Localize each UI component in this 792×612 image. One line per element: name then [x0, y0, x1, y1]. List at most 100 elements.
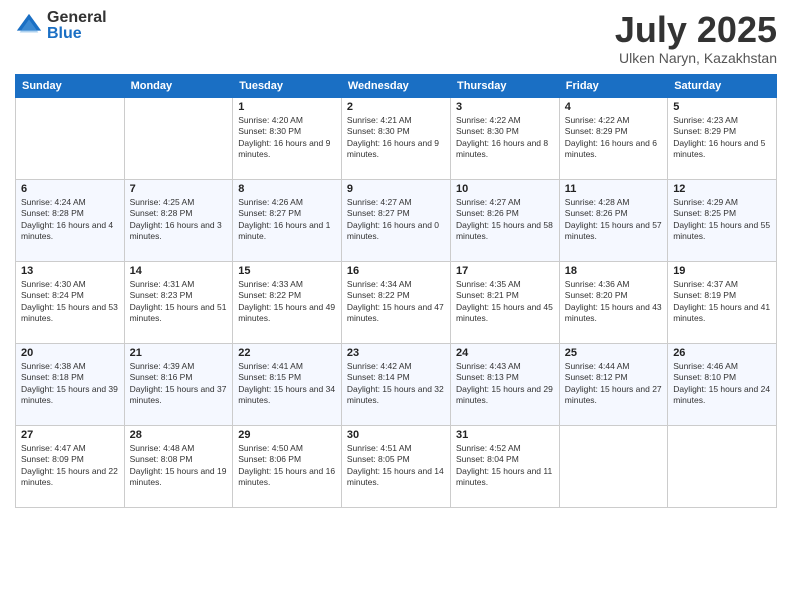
day-number: 1	[238, 101, 336, 113]
day-info: Sunrise: 4:51 AMSunset: 8:05 PMDaylight:…	[347, 443, 445, 489]
day-info: Sunrise: 4:42 AMSunset: 8:14 PMDaylight:…	[347, 361, 445, 407]
calendar-header-row: Sunday Monday Tuesday Wednesday Thursday…	[16, 74, 777, 97]
calendar-cell: 28 Sunrise: 4:48 AMSunset: 8:08 PMDayligh…	[124, 425, 233, 507]
day-number: 29	[238, 429, 336, 441]
day-number: 31	[456, 429, 554, 441]
page: General Blue July 2025 Ulken Naryn, Kaza…	[0, 0, 792, 612]
logo-text: General Blue	[47, 10, 107, 42]
day-number: 19	[673, 265, 771, 277]
day-info: Sunrise: 4:35 AMSunset: 8:21 PMDaylight:…	[456, 279, 554, 325]
day-number: 5	[673, 101, 771, 113]
calendar-cell: 18 Sunrise: 4:36 AMSunset: 8:20 PMDayligh…	[559, 261, 667, 343]
calendar-cell: 20Sunrise: 4:38 AMSunset: 8:18 PMDayligh…	[16, 343, 125, 425]
col-friday: Friday	[559, 74, 667, 97]
calendar-cell: 1 Sunrise: 4:20 AMSunset: 8:30 PMDaylight…	[233, 97, 342, 179]
day-info: Sunrise: 4:20 AMSunset: 8:30 PMDaylight:…	[238, 115, 336, 161]
calendar-cell: 24 Sunrise: 4:43 AMSunset: 8:13 PMDayligh…	[450, 343, 559, 425]
calendar-cell: 9 Sunrise: 4:27 AMSunset: 8:27 PMDaylight…	[341, 179, 450, 261]
calendar-cell	[16, 97, 125, 179]
day-number: 22	[238, 347, 336, 359]
day-info: Sunrise: 4:34 AMSunset: 8:22 PMDaylight:…	[347, 279, 445, 325]
calendar-cell: 8 Sunrise: 4:26 AMSunset: 8:27 PMDaylight…	[233, 179, 342, 261]
day-info: Sunrise: 4:52 AMSunset: 8:04 PMDaylight:…	[456, 443, 554, 489]
day-info: Sunrise: 4:22 AMSunset: 8:30 PMDaylight:…	[456, 115, 554, 161]
day-number: 17	[456, 265, 554, 277]
calendar-cell: 10 Sunrise: 4:27 AMSunset: 8:26 PMDayligh…	[450, 179, 559, 261]
day-number: 13	[21, 265, 119, 277]
day-number: 18	[565, 265, 662, 277]
day-number: 10	[456, 183, 554, 195]
col-tuesday: Tuesday	[233, 74, 342, 97]
calendar-cell	[668, 425, 777, 507]
calendar-cell: 27Sunrise: 4:47 AMSunset: 8:09 PMDayligh…	[16, 425, 125, 507]
calendar-cell: 19 Sunrise: 4:37 AMSunset: 8:19 PMDayligh…	[668, 261, 777, 343]
calendar-cell: 7 Sunrise: 4:25 AMSunset: 8:28 PMDaylight…	[124, 179, 233, 261]
calendar-cell: 26Sunrise: 4:46 AMSunset: 8:10 PMDayligh…	[668, 343, 777, 425]
day-number: 28	[130, 429, 228, 441]
day-info: Sunrise: 4:37 AMSunset: 8:19 PMDaylight:…	[673, 279, 771, 325]
calendar-cell: 4Sunrise: 4:22 AMSunset: 8:29 PMDaylight…	[559, 97, 667, 179]
calendar-cell: 23 Sunrise: 4:42 AMSunset: 8:14 PMDayligh…	[341, 343, 450, 425]
calendar-cell: 30Sunrise: 4:51 AMSunset: 8:05 PMDayligh…	[341, 425, 450, 507]
day-number: 9	[347, 183, 445, 195]
day-number: 16	[347, 265, 445, 277]
day-number: 27	[21, 429, 119, 441]
day-number: 12	[673, 183, 771, 195]
calendar-cell: 29 Sunrise: 4:50 AMSunset: 8:06 PMDayligh…	[233, 425, 342, 507]
calendar-cell: 12 Sunrise: 4:29 AMSunset: 8:25 PMDayligh…	[668, 179, 777, 261]
day-info: Sunrise: 4:39 AMSunset: 8:16 PMDaylight:…	[130, 361, 228, 407]
col-thursday: Thursday	[450, 74, 559, 97]
calendar-week-4: 20Sunrise: 4:38 AMSunset: 8:18 PMDayligh…	[16, 343, 777, 425]
calendar-cell: 15Sunrise: 4:33 AMSunset: 8:22 PMDayligh…	[233, 261, 342, 343]
day-number: 8	[238, 183, 336, 195]
logo-general: General	[47, 10, 107, 26]
day-info: Sunrise: 4:36 AMSunset: 8:20 PMDaylight:…	[565, 279, 662, 325]
day-info: Sunrise: 4:21 AMSunset: 8:30 PMDaylight:…	[347, 115, 445, 161]
calendar-cell: 2Sunrise: 4:21 AMSunset: 8:30 PMDaylight…	[341, 97, 450, 179]
calendar-table: Sunday Monday Tuesday Wednesday Thursday…	[15, 74, 777, 508]
day-number: 11	[565, 183, 662, 195]
location-title: Ulken Naryn, Kazakhstan	[615, 50, 777, 66]
day-info: Sunrise: 4:29 AMSunset: 8:25 PMDaylight:…	[673, 197, 771, 243]
day-info: Sunrise: 4:23 AMSunset: 8:29 PMDaylight:…	[673, 115, 771, 161]
day-info: Sunrise: 4:27 AMSunset: 8:26 PMDaylight:…	[456, 197, 554, 243]
calendar-cell: 6 Sunrise: 4:24 AMSunset: 8:28 PMDaylight…	[16, 179, 125, 261]
day-info: Sunrise: 4:43 AMSunset: 8:13 PMDaylight:…	[456, 361, 554, 407]
day-info: Sunrise: 4:30 AMSunset: 8:24 PMDaylight:…	[21, 279, 119, 325]
day-info: Sunrise: 4:31 AMSunset: 8:23 PMDaylight:…	[130, 279, 228, 325]
calendar-cell: 31 Sunrise: 4:52 AMSunset: 8:04 PMDayligh…	[450, 425, 559, 507]
col-wednesday: Wednesday	[341, 74, 450, 97]
col-monday: Monday	[124, 74, 233, 97]
calendar-cell: 14Sunrise: 4:31 AMSunset: 8:23 PMDayligh…	[124, 261, 233, 343]
day-info: Sunrise: 4:50 AMSunset: 8:06 PMDaylight:…	[238, 443, 336, 489]
day-info: Sunrise: 4:41 AMSunset: 8:15 PMDaylight:…	[238, 361, 336, 407]
day-number: 23	[347, 347, 445, 359]
day-info: Sunrise: 4:48 AMSunset: 8:08 PMDaylight:…	[130, 443, 228, 489]
calendar-cell: 16 Sunrise: 4:34 AMSunset: 8:22 PMDayligh…	[341, 261, 450, 343]
day-info: Sunrise: 4:24 AMSunset: 8:28 PMDaylight:…	[21, 197, 119, 243]
day-number: 4	[565, 101, 662, 113]
day-info: Sunrise: 4:33 AMSunset: 8:22 PMDaylight:…	[238, 279, 336, 325]
col-sunday: Sunday	[16, 74, 125, 97]
day-number: 24	[456, 347, 554, 359]
calendar-week-2: 6 Sunrise: 4:24 AMSunset: 8:28 PMDaylight…	[16, 179, 777, 261]
logo-blue: Blue	[47, 26, 107, 42]
day-number: 25	[565, 347, 662, 359]
calendar-week-5: 27Sunrise: 4:47 AMSunset: 8:09 PMDayligh…	[16, 425, 777, 507]
month-title: July 2025	[615, 10, 777, 50]
day-info: Sunrise: 4:27 AMSunset: 8:27 PMDaylight:…	[347, 197, 445, 243]
day-number: 7	[130, 183, 228, 195]
calendar-cell: 11Sunrise: 4:28 AMSunset: 8:26 PMDayligh…	[559, 179, 667, 261]
calendar-week-3: 13 Sunrise: 4:30 AMSunset: 8:24 PMDayligh…	[16, 261, 777, 343]
day-number: 6	[21, 183, 119, 195]
day-info: Sunrise: 4:25 AMSunset: 8:28 PMDaylight:…	[130, 197, 228, 243]
day-number: 3	[456, 101, 554, 113]
calendar-cell: 17 Sunrise: 4:35 AMSunset: 8:21 PMDayligh…	[450, 261, 559, 343]
day-info: Sunrise: 4:44 AMSunset: 8:12 PMDaylight:…	[565, 361, 662, 407]
header: General Blue July 2025 Ulken Naryn, Kaza…	[15, 10, 777, 66]
day-number: 21	[130, 347, 228, 359]
calendar-cell	[124, 97, 233, 179]
day-info: Sunrise: 4:46 AMSunset: 8:10 PMDaylight:…	[673, 361, 771, 407]
day-info: Sunrise: 4:26 AMSunset: 8:27 PMDaylight:…	[238, 197, 336, 243]
day-number: 20	[21, 347, 119, 359]
